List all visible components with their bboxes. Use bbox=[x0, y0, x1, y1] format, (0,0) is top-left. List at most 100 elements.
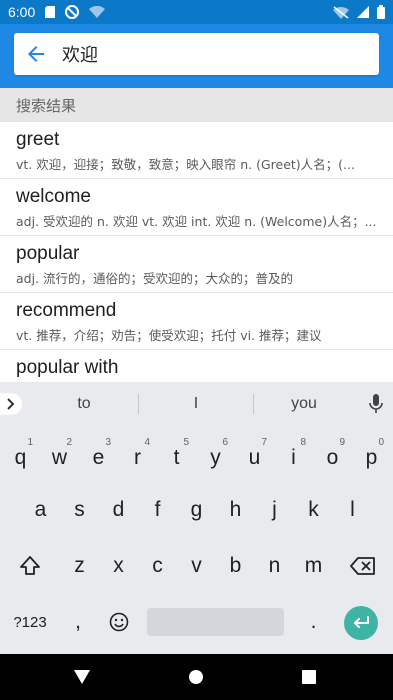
key-hint: 6 bbox=[222, 437, 228, 448]
enter-key[interactable] bbox=[344, 606, 378, 640]
section-title: 搜索结果 bbox=[16, 96, 77, 115]
key-p[interactable]: p0 bbox=[353, 434, 390, 482]
key-z[interactable]: z bbox=[61, 542, 98, 590]
suggestion-3[interactable]: you bbox=[254, 382, 354, 426]
symbols-key[interactable]: ?123 bbox=[4, 598, 56, 646]
nav-home-icon bbox=[189, 670, 203, 684]
key-l[interactable]: l bbox=[334, 486, 371, 534]
key-s[interactable]: s bbox=[61, 486, 98, 534]
result-word: greet bbox=[16, 129, 60, 150]
comma-key[interactable]: , bbox=[58, 598, 98, 646]
period-key[interactable]: . bbox=[295, 598, 332, 646]
expand-chevron-button[interactable] bbox=[0, 393, 22, 415]
key-g[interactable]: g bbox=[178, 486, 215, 534]
key-n[interactable]: n bbox=[256, 542, 293, 590]
key-q[interactable]: q1 bbox=[2, 434, 39, 482]
emoji-icon bbox=[109, 612, 128, 632]
key-label: ?123 bbox=[13, 613, 47, 631]
result-word: recommend bbox=[16, 300, 117, 321]
key-label: y bbox=[210, 446, 221, 469]
search-input[interactable] bbox=[62, 43, 352, 65]
result-definition: vt. 欢迎，迎接；致敬，致意；映入眼帘 n. (Greet)人名；(... bbox=[16, 157, 355, 172]
list-item[interactable]: welcome adj. 受欢迎的 n. 欢迎 vt. 欢迎 int. 欢迎 n… bbox=[0, 179, 393, 236]
key-hint: 2 bbox=[66, 437, 72, 448]
key-label: c bbox=[152, 554, 163, 577]
key-f[interactable]: f bbox=[139, 486, 176, 534]
key-label: , bbox=[75, 610, 81, 633]
key-label: m bbox=[304, 554, 323, 577]
key-w[interactable]: w2 bbox=[41, 434, 78, 482]
key-label: w bbox=[51, 446, 68, 469]
key-label: . bbox=[310, 610, 317, 633]
key-x[interactable]: x bbox=[100, 542, 137, 590]
suggestion-bar: to I you bbox=[0, 382, 393, 426]
key-r[interactable]: r4 bbox=[119, 434, 156, 482]
enter-icon bbox=[354, 616, 369, 628]
list-item[interactable]: popular adj. 流行的，通俗的；受欢迎的；大众的；普及的 bbox=[0, 236, 393, 293]
key-label: j bbox=[272, 498, 277, 521]
key-h[interactable]: h bbox=[217, 486, 254, 534]
key-label: s bbox=[74, 498, 85, 521]
key-v[interactable]: v bbox=[178, 542, 215, 590]
key-label: a bbox=[34, 498, 47, 521]
nav-back-button[interactable] bbox=[52, 654, 112, 700]
key-b[interactable]: b bbox=[217, 542, 254, 590]
key-label: g bbox=[190, 498, 203, 521]
key-label: n bbox=[268, 554, 281, 577]
battery-icon bbox=[377, 5, 385, 19]
status-bar: 6:00 bbox=[0, 0, 393, 24]
search-box bbox=[14, 33, 379, 75]
key-label: b bbox=[229, 554, 242, 577]
result-definition: adj. 受欢迎的 n. 欢迎 vt. 欢迎 int. 欢迎 n. (Welco… bbox=[16, 214, 377, 229]
key-d[interactable]: d bbox=[100, 486, 137, 534]
nav-home-button[interactable] bbox=[166, 654, 226, 700]
key-label: p bbox=[365, 446, 378, 469]
suggestion-2[interactable]: I bbox=[139, 382, 253, 426]
results-list: greet vt. 欢迎，迎接；致敬，致意；映入眼帘 n. (Greet)人名；… bbox=[0, 122, 393, 382]
chevron-right-icon bbox=[7, 398, 15, 410]
app-bar bbox=[0, 24, 393, 88]
key-t[interactable]: t5 bbox=[158, 434, 195, 482]
nav-recents-button[interactable] bbox=[279, 654, 339, 700]
keyboard: to I you q1 w2 e3 r4 t5 y6 u7 i8 o9 p0 a… bbox=[0, 382, 393, 654]
nav-back-icon bbox=[74, 670, 90, 684]
mic-button[interactable] bbox=[369, 394, 383, 418]
section-header: 搜索结果 bbox=[0, 88, 393, 122]
shift-icon bbox=[20, 556, 40, 575]
no-disturb-icon bbox=[65, 5, 80, 19]
list-item[interactable]: greet vt. 欢迎，迎接；致敬，致意；映入眼帘 n. (Greet)人名；… bbox=[0, 122, 393, 179]
signal-icon bbox=[357, 6, 369, 18]
list-item[interactable]: popular with bbox=[0, 350, 393, 382]
space-key[interactable] bbox=[147, 608, 284, 636]
sd-card-icon bbox=[45, 6, 56, 18]
key-label: h bbox=[229, 498, 242, 521]
key-j[interactable]: j bbox=[256, 486, 293, 534]
key-a[interactable]: a bbox=[22, 486, 59, 534]
shift-key[interactable] bbox=[4, 542, 56, 590]
key-label: e bbox=[92, 446, 105, 469]
key-c[interactable]: c bbox=[139, 542, 176, 590]
key-o[interactable]: o9 bbox=[314, 434, 351, 482]
key-u[interactable]: u7 bbox=[236, 434, 273, 482]
key-label: r bbox=[134, 446, 141, 469]
key-hint: 5 bbox=[183, 437, 189, 448]
key-label: f bbox=[154, 498, 161, 521]
backspace-key[interactable] bbox=[337, 542, 389, 590]
key-hint: 0 bbox=[378, 437, 384, 448]
result-word: popular bbox=[16, 243, 80, 264]
key-hint: 1 bbox=[27, 437, 33, 448]
key-hint: 9 bbox=[339, 437, 345, 448]
list-item[interactable]: recommend vt. 推荐，介绍；劝告；使受欢迎；托付 vi. 推荐；建议 bbox=[0, 293, 393, 350]
arrow-back-icon bbox=[28, 46, 44, 62]
backspace-icon bbox=[350, 557, 375, 575]
key-m[interactable]: m bbox=[295, 542, 332, 590]
key-k[interactable]: k bbox=[295, 486, 332, 534]
key-e[interactable]: e3 bbox=[80, 434, 117, 482]
emoji-key[interactable] bbox=[100, 598, 137, 646]
key-i[interactable]: i8 bbox=[275, 434, 312, 482]
nav-recents-icon bbox=[302, 670, 316, 684]
key-y[interactable]: y6 bbox=[197, 434, 234, 482]
back-button[interactable] bbox=[16, 33, 56, 75]
result-definition: adj. 流行的，通俗的；受欢迎的；大众的；普及的 bbox=[16, 271, 294, 286]
suggestion-1[interactable]: to bbox=[30, 382, 138, 426]
